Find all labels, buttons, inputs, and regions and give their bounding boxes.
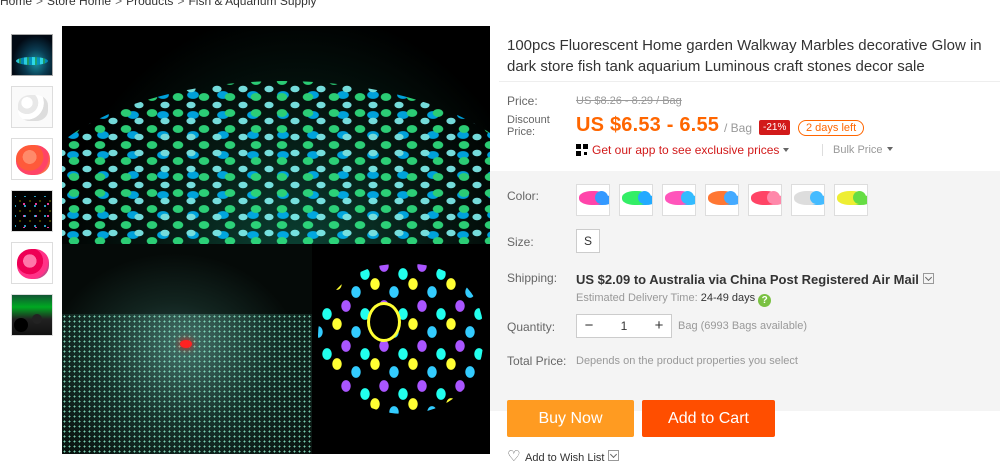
- quantity-available: Bag (6993 Bags available): [678, 320, 808, 332]
- glowing-fish-pattern-photo: [312, 244, 490, 454]
- size-option-s[interactable]: S: [576, 229, 600, 253]
- color-swatch-pink-blue[interactable]: [576, 184, 610, 216]
- thumbnail-2[interactable]: [11, 86, 53, 128]
- glowing-garden-photo: [62, 244, 312, 454]
- thumbnail-3[interactable]: [11, 138, 53, 180]
- buy-now-button[interactable]: Buy Now: [507, 400, 634, 437]
- caret-down-icon: [783, 148, 790, 152]
- color-swatch-white-blue[interactable]: [791, 184, 825, 216]
- shipping-method[interactable]: US $2.09 to Australia via China Post Reg…: [576, 272, 934, 287]
- breadcrumb-separator: >: [115, 0, 123, 8]
- color-swatch-pink-blue-2[interactable]: [662, 184, 696, 216]
- main-product-image[interactable]: [62, 26, 490, 454]
- color-swatch-yellow-green[interactable]: [834, 184, 868, 216]
- thumbnail-5[interactable]: [11, 242, 53, 284]
- color-label: Color:: [507, 189, 540, 203]
- discount-price: US $6.53 - 6.55: [576, 114, 720, 136]
- color-swatch-orange-blue[interactable]: [705, 184, 739, 216]
- chevron-down-icon[interactable]: [922, 273, 934, 284]
- bulk-price-label: Bulk Price: [833, 144, 883, 156]
- quantity-increase-button[interactable]: +: [647, 315, 671, 337]
- total-price-text: Depends on the product properties you se…: [576, 355, 798, 367]
- quantity-stepper: − 1 +: [576, 314, 672, 338]
- divider: [499, 81, 1000, 82]
- size-label: Size:: [507, 235, 534, 249]
- days-left-badge: 2 days left: [798, 120, 865, 136]
- thumbnail-list: [11, 34, 53, 346]
- estimated-delivery-label: Estimated Delivery Time:: [576, 292, 698, 304]
- breadcrumb-category[interactable]: Fish & Aquarium Supply: [188, 0, 316, 8]
- breadcrumb-separator: >: [36, 0, 44, 8]
- bulk-price-dropdown[interactable]: Bulk Price: [822, 144, 893, 156]
- quantity-input[interactable]: 1: [601, 315, 647, 337]
- shipping-label: Shipping:: [507, 271, 558, 285]
- app-promo-link[interactable]: Get our app to see exclusive prices: [576, 143, 790, 157]
- thumbnail-1[interactable]: [11, 34, 53, 76]
- breadcrumb: Home > Store Home > Products > Fish & Aquarium…: [0, 0, 317, 8]
- estimated-delivery-days: 24-49 days: [700, 292, 756, 304]
- breadcrumb-store-home[interactable]: Store Home: [47, 0, 111, 8]
- product-title: 100pcs Fluorescent Home garden Walkway M…: [507, 37, 982, 75]
- color-swatch-pink-red[interactable]: [748, 184, 782, 216]
- breadcrumb-separator: >: [177, 0, 185, 8]
- price-unit: / Bag: [724, 121, 753, 135]
- thumbnail-4[interactable]: [11, 190, 53, 232]
- price-label: Price:: [507, 94, 538, 108]
- original-price: US $8.26 - 8.29 / Bag: [576, 95, 682, 107]
- qr-code-icon: [576, 144, 588, 156]
- shipping-text: US $2.09 to Australia via China Post Reg…: [576, 272, 919, 287]
- breadcrumb-products[interactable]: Products: [126, 0, 173, 8]
- add-to-cart-button[interactable]: Add to Cart: [642, 400, 775, 437]
- chevron-down-icon[interactable]: [608, 450, 620, 461]
- thumbnail-6[interactable]: [11, 294, 53, 336]
- color-swatches: [576, 184, 868, 216]
- help-icon[interactable]: ?: [758, 294, 772, 307]
- color-swatch-green-blue[interactable]: [619, 184, 653, 216]
- quantity-label: Quantity:: [507, 320, 556, 334]
- wish-list-label: Add to Wish List: [525, 452, 605, 462]
- caret-down-icon: [886, 147, 893, 151]
- breadcrumb-home[interactable]: Home: [0, 0, 32, 8]
- app-promo-text: Get our app to see exclusive prices: [592, 143, 780, 157]
- total-price-label: Total Price:: [507, 354, 567, 368]
- glowing-walkway-photo: [62, 26, 490, 244]
- estimated-delivery: Estimated Delivery Time: 24-49 days?: [576, 292, 772, 307]
- heart-icon: [507, 447, 521, 462]
- quantity-decrease-button[interactable]: −: [577, 315, 601, 337]
- discount-badge: -21%: [759, 120, 791, 135]
- add-to-wish-list[interactable]: Add to Wish List: [507, 447, 620, 462]
- discount-price-label: Discount Price:: [507, 114, 550, 138]
